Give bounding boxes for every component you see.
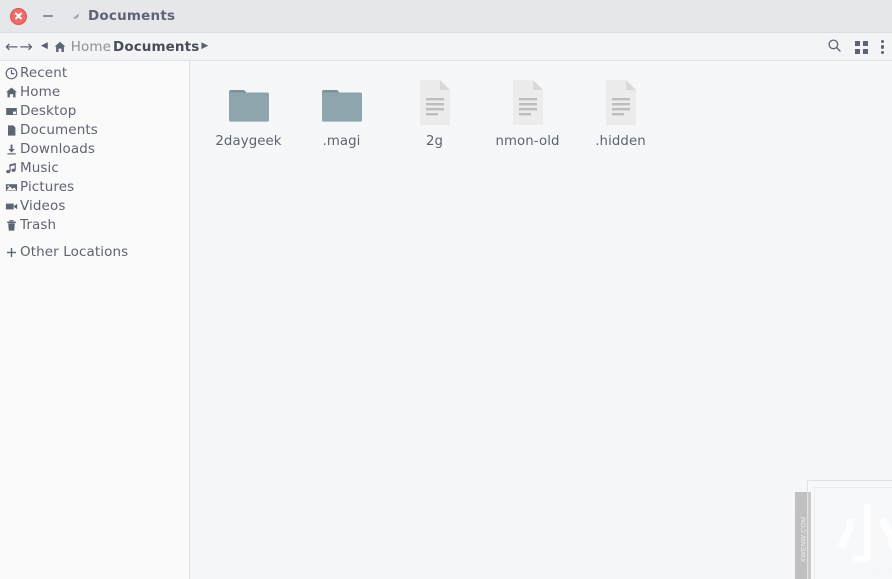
watermark-inner-frame: 小闻网 XWENW.COM: [814, 487, 892, 579]
window-controls: [0, 7, 83, 25]
sidebar-item-label: Documents: [20, 121, 98, 138]
breadcrumb-left-arrow-icon[interactable]: ◀: [41, 42, 48, 51]
file-label: 2daygeek: [215, 134, 282, 149]
text-file-icon: [510, 74, 546, 126]
music-note-icon: [4, 161, 19, 176]
breadcrumb-right-arrow-icon[interactable]: ▶: [201, 42, 208, 51]
dot: [880, 39, 884, 43]
sidebar-separator: [0, 235, 189, 243]
breadcrumb: ◀ Home Documents ▶: [41, 39, 208, 55]
sidebar-item-label: Downloads: [20, 140, 96, 157]
sidebar: Recent Home Desktop Documents Downloads …: [0, 61, 190, 579]
trash-icon: [4, 218, 19, 233]
sidebar-item-pictures[interactable]: Pictures: [0, 178, 189, 197]
file-list-area[interactable]: 2daygeek .magi 2g nmon-old .hidden XWENW…: [190, 61, 892, 579]
dot: [880, 51, 884, 55]
sidebar-item-label: Trash: [20, 216, 57, 233]
folder-icon: [320, 74, 364, 126]
view-grid-icon[interactable]: [854, 40, 868, 54]
file-item[interactable]: nmon-old: [481, 70, 574, 149]
text-file-icon: [603, 74, 639, 126]
document-icon: [4, 123, 19, 138]
video-camera-icon: [4, 199, 19, 214]
sidebar-item-desktop[interactable]: Desktop: [0, 102, 189, 121]
home-icon: [4, 85, 19, 100]
window-title: Documents: [88, 8, 176, 24]
file-label: nmon-old: [495, 134, 560, 149]
close-icon[interactable]: [10, 7, 27, 25]
grid-cell: [862, 48, 868, 54]
grid-cell: [854, 40, 860, 46]
watermark-chinese-text: 小闻网: [835, 497, 892, 571]
sidebar-item-label: Recent: [20, 64, 68, 81]
menu-kebab-icon[interactable]: [880, 39, 884, 55]
sidebar-item-label: Videos: [20, 197, 66, 214]
watermark-overlay: XWENW.COM 小闻网 XWENW.COM XWENW.COM 小闻网（WW…: [795, 480, 892, 579]
dot: [880, 45, 884, 49]
sidebar-item-other-locations[interactable]: Other Locations: [0, 243, 189, 262]
file-label: .magi: [322, 134, 361, 149]
file-label: .hidden: [595, 134, 646, 149]
sidebar-item-videos[interactable]: Videos: [0, 197, 189, 216]
file-item[interactable]: 2g: [388, 70, 481, 149]
sidebar-item-music[interactable]: Music: [0, 159, 189, 178]
toolbar: ← → ◀ Home Documents ▶: [0, 33, 892, 61]
clock-icon: [4, 66, 19, 81]
back-arrow-icon[interactable]: ←: [5, 38, 18, 55]
text-file-icon: [417, 74, 453, 126]
sidebar-item-label: Other Locations: [20, 243, 129, 260]
icon-grid: 2daygeek .magi 2g nmon-old .hidden: [190, 61, 892, 149]
desktop-icon: [4, 104, 19, 119]
sidebar-item-documents[interactable]: Documents: [0, 121, 189, 140]
breadcrumb-item-home[interactable]: Home: [71, 39, 111, 55]
download-icon: [4, 142, 19, 157]
picture-icon: [4, 180, 19, 195]
sidebar-item-label: Home: [20, 83, 61, 100]
plus-icon: [4, 245, 19, 260]
minimize-icon[interactable]: [41, 9, 55, 23]
forward-arrow-icon[interactable]: →: [19, 38, 32, 55]
search-icon[interactable]: [827, 38, 842, 57]
sidebar-item-label: Music: [20, 159, 59, 176]
file-item[interactable]: .hidden: [574, 70, 667, 149]
body: Recent Home Desktop Documents Downloads …: [0, 61, 892, 579]
file-label: 2g: [425, 134, 444, 149]
watermark-frame: 小闻网 XWENW.COM: [807, 480, 892, 579]
folder-icon: [227, 74, 271, 126]
breadcrumb-home-icon[interactable]: [53, 40, 67, 54]
titlebar: Documents: [0, 0, 892, 33]
sidebar-item-home[interactable]: Home: [0, 83, 189, 102]
file-item[interactable]: 2daygeek: [202, 70, 295, 149]
sidebar-item-downloads[interactable]: Downloads: [0, 140, 189, 159]
navigation-arrows: ← →: [0, 38, 33, 55]
watermark-domain-text: XWENW.COM: [869, 565, 892, 579]
file-manager-window: Documents ← → ◀ Home Documents ▶ Recent …: [0, 0, 892, 579]
maximize-icon[interactable]: [69, 9, 83, 23]
sidebar-item-recent[interactable]: Recent: [0, 64, 189, 83]
sidebar-item-label: Desktop: [20, 102, 77, 119]
grid-cell: [854, 48, 860, 54]
grid-cell: [862, 40, 868, 46]
sidebar-item-label: Pictures: [20, 178, 75, 195]
breadcrumb-item-documents[interactable]: Documents: [113, 39, 199, 55]
file-item[interactable]: .magi: [295, 70, 388, 149]
toolbar-actions: [827, 33, 884, 61]
sidebar-item-trash[interactable]: Trash: [0, 216, 189, 235]
